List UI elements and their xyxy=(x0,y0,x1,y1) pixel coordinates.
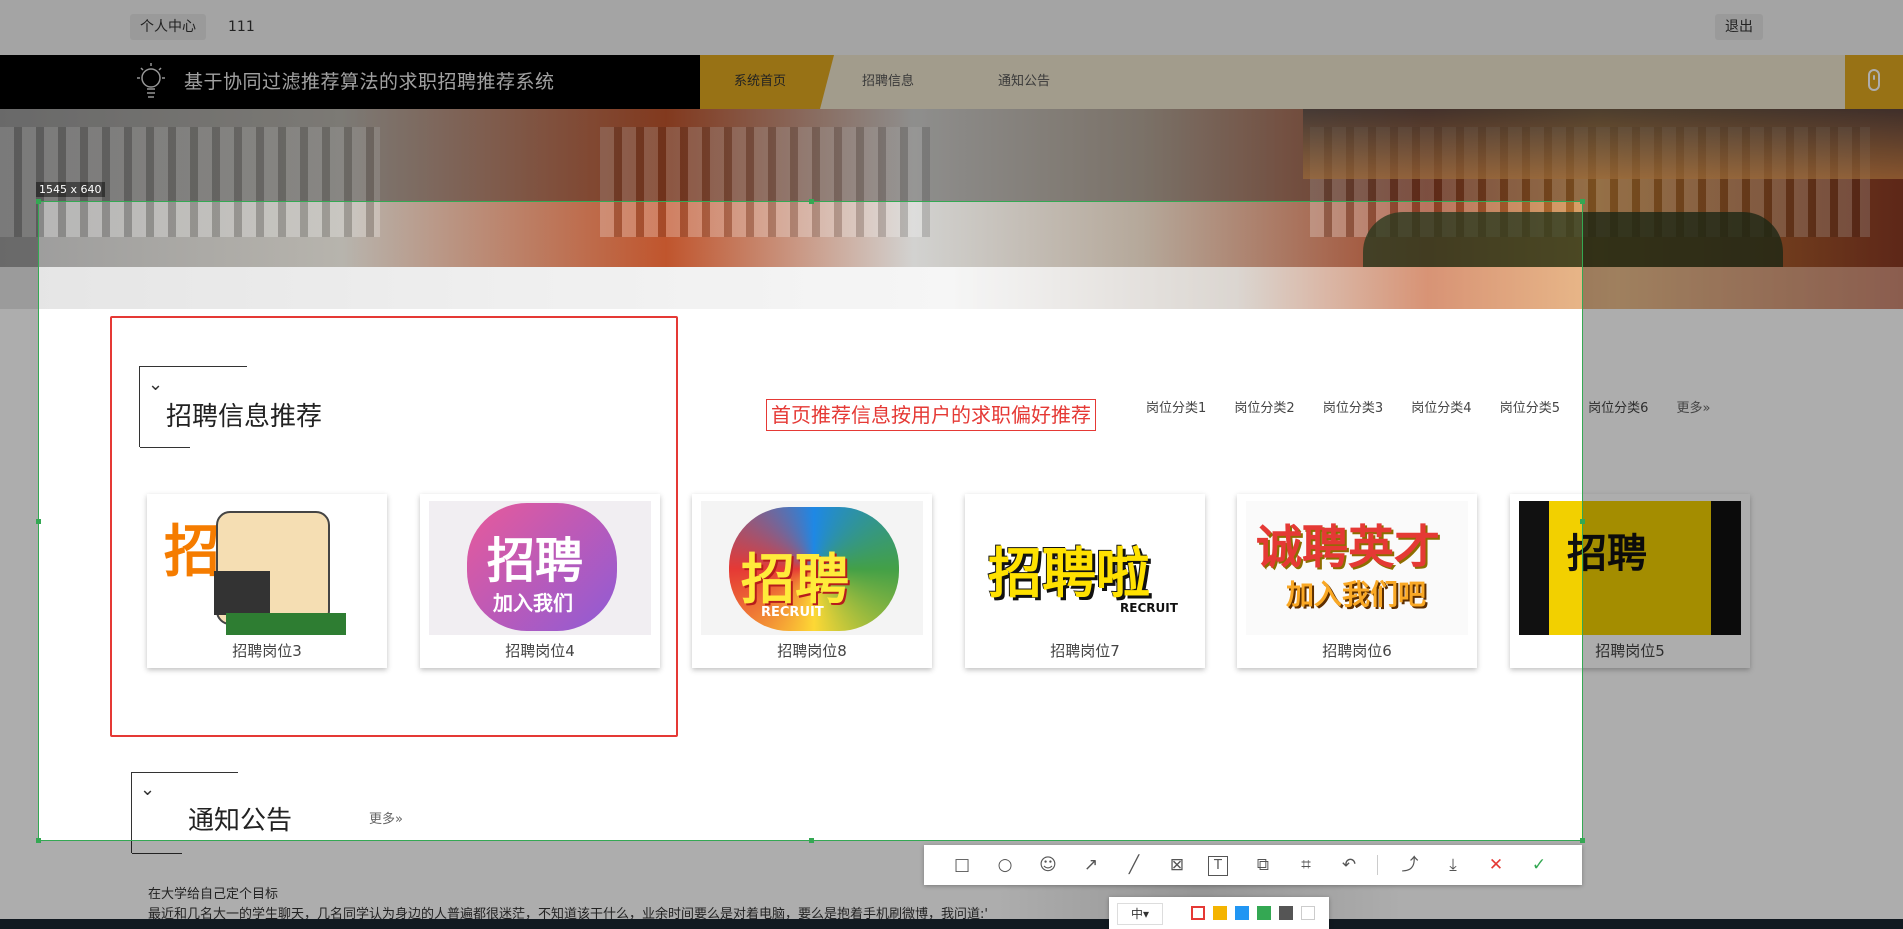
capture-toolbar: □ ○ ☺ ↗ ╱ ⊠ T ⧉ ⌗ ↶ ⤴ ⤓ ✕ ✓ xyxy=(924,845,1582,885)
circle-icon[interactable]: ○ xyxy=(993,853,1017,877)
confirm-icon[interactable]: ✓ xyxy=(1527,853,1551,877)
emoji-icon[interactable]: ☺ xyxy=(1036,853,1060,877)
color-swatch-blue[interactable] xyxy=(1235,906,1249,920)
capture-dim-right xyxy=(1583,201,1903,841)
color-swatch-green[interactable] xyxy=(1257,906,1271,920)
capture-dim-left xyxy=(0,201,38,841)
color-swatch-red[interactable] xyxy=(1191,906,1205,920)
cancel-icon[interactable]: ✕ xyxy=(1484,853,1508,877)
line-icon[interactable]: ╱ xyxy=(1122,853,1146,877)
share-icon[interactable]: ⤴ xyxy=(1398,853,1422,877)
text-icon[interactable]: T xyxy=(1208,856,1228,876)
color-swatch-gray[interactable] xyxy=(1279,906,1293,920)
color-swatch-white[interactable] xyxy=(1301,906,1315,920)
copy-icon[interactable]: ⧉ xyxy=(1251,853,1275,877)
color-swatch-yellow[interactable] xyxy=(1213,906,1227,920)
capture-size-label: 1545 x 640 xyxy=(36,182,105,197)
rectangle-icon[interactable]: □ xyxy=(950,853,974,877)
stroke-size-select[interactable]: 中▾ xyxy=(1117,903,1163,925)
capture-selection[interactable] xyxy=(36,199,1585,843)
mosaic-icon[interactable]: ⊠ xyxy=(1165,853,1189,877)
color-palette: 中▾ xyxy=(1109,897,1329,929)
ocr-icon[interactable]: ⌗ xyxy=(1294,853,1318,877)
arrow-icon[interactable]: ↗ xyxy=(1079,853,1103,877)
download-icon[interactable]: ⤓ xyxy=(1441,853,1465,877)
capture-dim-top xyxy=(0,0,1903,201)
undo-icon[interactable]: ↶ xyxy=(1337,853,1361,877)
